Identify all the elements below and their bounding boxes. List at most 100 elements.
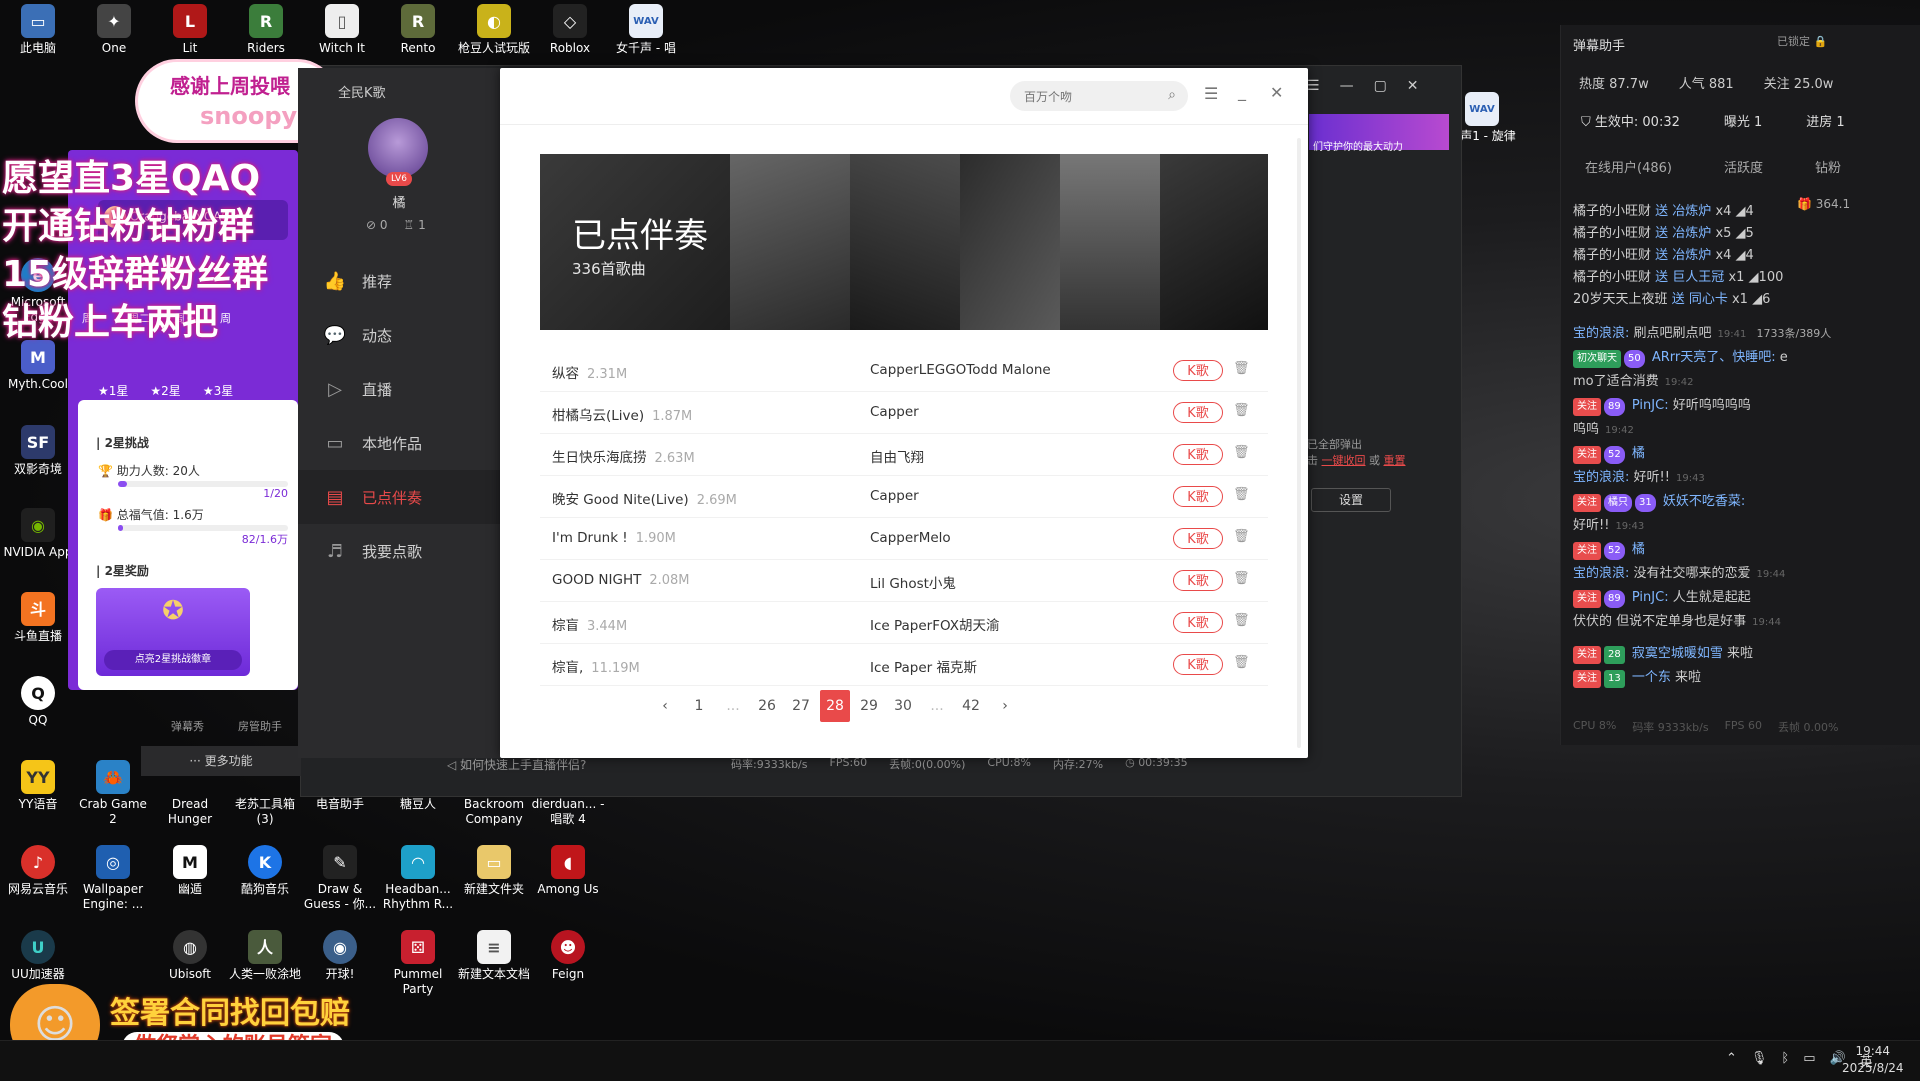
desktop-icon-grid-7[interactable]: ◎ Wallpaper Engine: ... xyxy=(75,845,151,912)
sidebar-item-live[interactable]: ▷ 直播 xyxy=(298,362,500,416)
desktop-icon-yy[interactable]: YY YY语音 xyxy=(0,760,76,812)
minimize-icon[interactable]: — xyxy=(1340,78,1354,94)
tab-diamond-fans[interactable]: 钻粉 xyxy=(1815,157,1841,176)
desktop-icon-lit[interactable]: L Lit xyxy=(152,4,228,56)
sidebar-item-local-works[interactable]: ▭ 本地作品 xyxy=(298,416,500,470)
desktop-icon-this-pc[interactable]: ▭ 此电脑 xyxy=(0,4,76,56)
table-row[interactable]: 柑橘乌云(Live) 1.87M Capper K歌 🗑 xyxy=(540,392,1268,434)
desktop-icon-douyu[interactable]: 斗斗鱼直播 xyxy=(0,592,76,644)
tab-activity[interactable]: 活跃度 xyxy=(1724,157,1763,176)
settings-button[interactable]: 设置 xyxy=(1311,488,1391,512)
bluetooth-icon[interactable]: ᛒ xyxy=(1781,1051,1789,1070)
microphone-icon[interactable]: 🎙 xyxy=(1751,1051,1768,1070)
desktop-icon-grid-18[interactable]: ≡ 新建文本文档 xyxy=(456,930,532,982)
streamer-banner[interactable]: 们守护你的最大动力 xyxy=(1309,114,1449,153)
help-link[interactable]: ◁ 如何快速上手直播伴侣? xyxy=(447,756,586,773)
desktop-icon-grid-0[interactable]: 🦀 Crab Game 2 xyxy=(75,760,151,827)
sidebar-item-ordered-accompaniment[interactable]: ▤ 已点伴奏 xyxy=(298,470,500,524)
table-row[interactable]: 棕盲, 11.19M Ice Paper 福克斯 K歌 🗑 xyxy=(540,644,1268,686)
desktop-icon-roblox[interactable]: ◇ Roblox xyxy=(532,4,608,56)
sing-button[interactable]: K歌 xyxy=(1173,360,1223,381)
sidebar-item-recommend[interactable]: 👍 推荐 xyxy=(298,254,500,308)
page-link[interactable]: 26 xyxy=(752,690,782,722)
search-icon[interactable]: ⌕ xyxy=(1168,87,1176,103)
close-icon[interactable]: ✕ xyxy=(1270,83,1283,102)
chevron-up-icon[interactable]: ⌃ xyxy=(1726,1051,1737,1070)
search-input[interactable] xyxy=(1022,81,1156,113)
trash-icon[interactable]: 🗑 xyxy=(1233,403,1250,421)
gift-icon[interactable]: ♖ 1 xyxy=(404,218,426,232)
desktop-icon-grid-8[interactable]: M 幽遁 xyxy=(152,845,228,897)
coin-icon[interactable]: ⊘ 0 xyxy=(366,218,388,232)
sing-button[interactable]: K歌 xyxy=(1173,528,1223,549)
page-link[interactable]: 27 xyxy=(786,690,816,722)
desktop-icon-myth[interactable]: M Myth.Cool xyxy=(0,340,76,392)
desktop-icon-split-fiction[interactable]: SF 双影奇境 xyxy=(0,425,76,477)
desktop-icon-wav[interactable]: WAV 女千声 - 唱 xyxy=(608,4,684,56)
more-features-button[interactable]: ··· 更多功能 xyxy=(141,746,301,776)
desktop-icon-uu[interactable]: U UU加速器 xyxy=(0,930,76,982)
recall-link[interactable]: 一键收回 xyxy=(1322,454,1366,467)
trash-icon[interactable]: 🗑 xyxy=(1233,487,1250,505)
desktop-icon-grid-19[interactable]: ☻ Feign xyxy=(530,930,606,982)
page-link[interactable]: 42 xyxy=(956,690,986,722)
desktop-icon-riders[interactable]: R Riders xyxy=(228,4,304,56)
sing-button[interactable]: K歌 xyxy=(1173,570,1223,591)
network-icon[interactable]: ▭ xyxy=(1803,1051,1815,1070)
trash-icon[interactable]: 🗑 xyxy=(1233,655,1250,673)
sing-button[interactable]: K歌 xyxy=(1173,612,1223,633)
trash-icon[interactable]: 🗑 xyxy=(1233,613,1250,631)
desktop-icon-bean-demo[interactable]: ◐ 枪豆人试玩版 xyxy=(456,4,532,56)
scrollbar[interactable] xyxy=(1297,138,1301,748)
desktop-icon-grid-16[interactable]: ◉ 开球! xyxy=(302,930,378,982)
menu-icon[interactable]: ☰ xyxy=(1307,78,1320,94)
minimize-icon[interactable]: _ xyxy=(1238,82,1246,101)
sing-button[interactable]: K歌 xyxy=(1173,402,1223,423)
tab-danmaku-show[interactable]: 弹幕秀 xyxy=(171,718,204,734)
desktop-icon-grid-15[interactable]: 人人类一败涂地 xyxy=(227,930,303,982)
clock[interactable]: 19:44 2025/8/24 xyxy=(1842,1043,1904,1077)
sing-button[interactable]: K歌 xyxy=(1173,654,1223,675)
tab-room-helper[interactable]: 房管助手 xyxy=(238,718,282,734)
desktop-icon-grid-12[interactable]: ▭ 新建文件夹 xyxy=(456,845,532,897)
desktop-icon-witch-it[interactable]: ▯ Witch It xyxy=(304,4,380,56)
page-link-current[interactable]: 28 xyxy=(820,690,850,722)
desktop-icon-nvidia[interactable]: ◉ NVIDIA App xyxy=(0,508,76,560)
table-row[interactable]: I'm Drunk ! 1.90M CapperMelo K歌 🗑 xyxy=(540,518,1268,560)
page-link[interactable]: 1 xyxy=(684,690,714,722)
desktop-icon-grid-11[interactable]: ◠ Headban... Rhythm R... xyxy=(380,845,456,912)
prev-page-icon[interactable]: ‹ xyxy=(650,690,680,722)
menu-icon[interactable]: ☰ xyxy=(1204,84,1218,103)
sidebar-item-feed[interactable]: 💬 动态 xyxy=(298,308,500,362)
trash-icon[interactable]: 🗑 xyxy=(1233,571,1250,589)
close-icon[interactable]: ✕ xyxy=(1407,78,1419,94)
desktop-icon-grid-14[interactable]: ◍ Ubisoft xyxy=(152,930,228,982)
user-avatar[interactable] xyxy=(368,118,428,178)
desktop-icon-grid-17[interactable]: ⚄ Pummel Party xyxy=(380,930,456,997)
tab-online-users[interactable]: 在线用户(486) xyxy=(1585,157,1672,176)
maximize-icon[interactable]: ▢ xyxy=(1374,78,1387,94)
trash-icon[interactable]: 🗑 xyxy=(1233,445,1250,463)
desktop-icon-grid-9[interactable]: K 酷狗音乐 xyxy=(227,845,303,897)
trash-icon[interactable]: 🗑 xyxy=(1233,529,1250,547)
next-page-icon[interactable]: › xyxy=(990,690,1020,722)
lock-status[interactable]: 已锁定 🔒 xyxy=(1777,33,1827,49)
sing-button[interactable]: K歌 xyxy=(1173,486,1223,507)
table-row[interactable]: 生日快乐海底捞 2.63M 自由飞翔 K歌 🗑 xyxy=(540,434,1268,476)
sing-button[interactable]: K歌 xyxy=(1173,444,1223,465)
table-row[interactable]: 纵容 2.31M CapperLEGGOTodd Malone K歌 🗑 xyxy=(540,350,1268,392)
reset-link[interactable]: 重置 xyxy=(1384,454,1406,467)
desktop-icon-qq[interactable]: Q QQ xyxy=(0,676,76,728)
desktop-icon-rento[interactable]: R Rento xyxy=(380,4,456,56)
table-row[interactable]: 棕盲 3.44M Ice PaperFOX胡天渝 K歌 🗑 xyxy=(540,602,1268,644)
table-row[interactable]: GOOD NIGHT 2.08M Lil Ghost小鬼 K歌 🗑 xyxy=(540,560,1268,602)
desktop-icon-grid-10[interactable]: ✎ Draw & Guess - 你... xyxy=(302,845,378,912)
desktop-icon-one[interactable]: ✦ One xyxy=(76,4,152,56)
trash-icon[interactable]: 🗑 xyxy=(1233,361,1250,379)
sidebar-item-order-song[interactable]: ♬ 我要点歌 xyxy=(298,524,500,578)
desktop-icon-netease-music[interactable]: ♪ 网易云音乐 xyxy=(0,845,76,897)
page-link[interactable]: 30 xyxy=(888,690,918,722)
table-row[interactable]: 晚安 Good Nite(Live) 2.69M Capper K歌 🗑 xyxy=(540,476,1268,518)
desktop-icon-grid-13[interactable]: ◖ Among Us xyxy=(530,845,606,897)
page-link[interactable]: 29 xyxy=(854,690,884,722)
